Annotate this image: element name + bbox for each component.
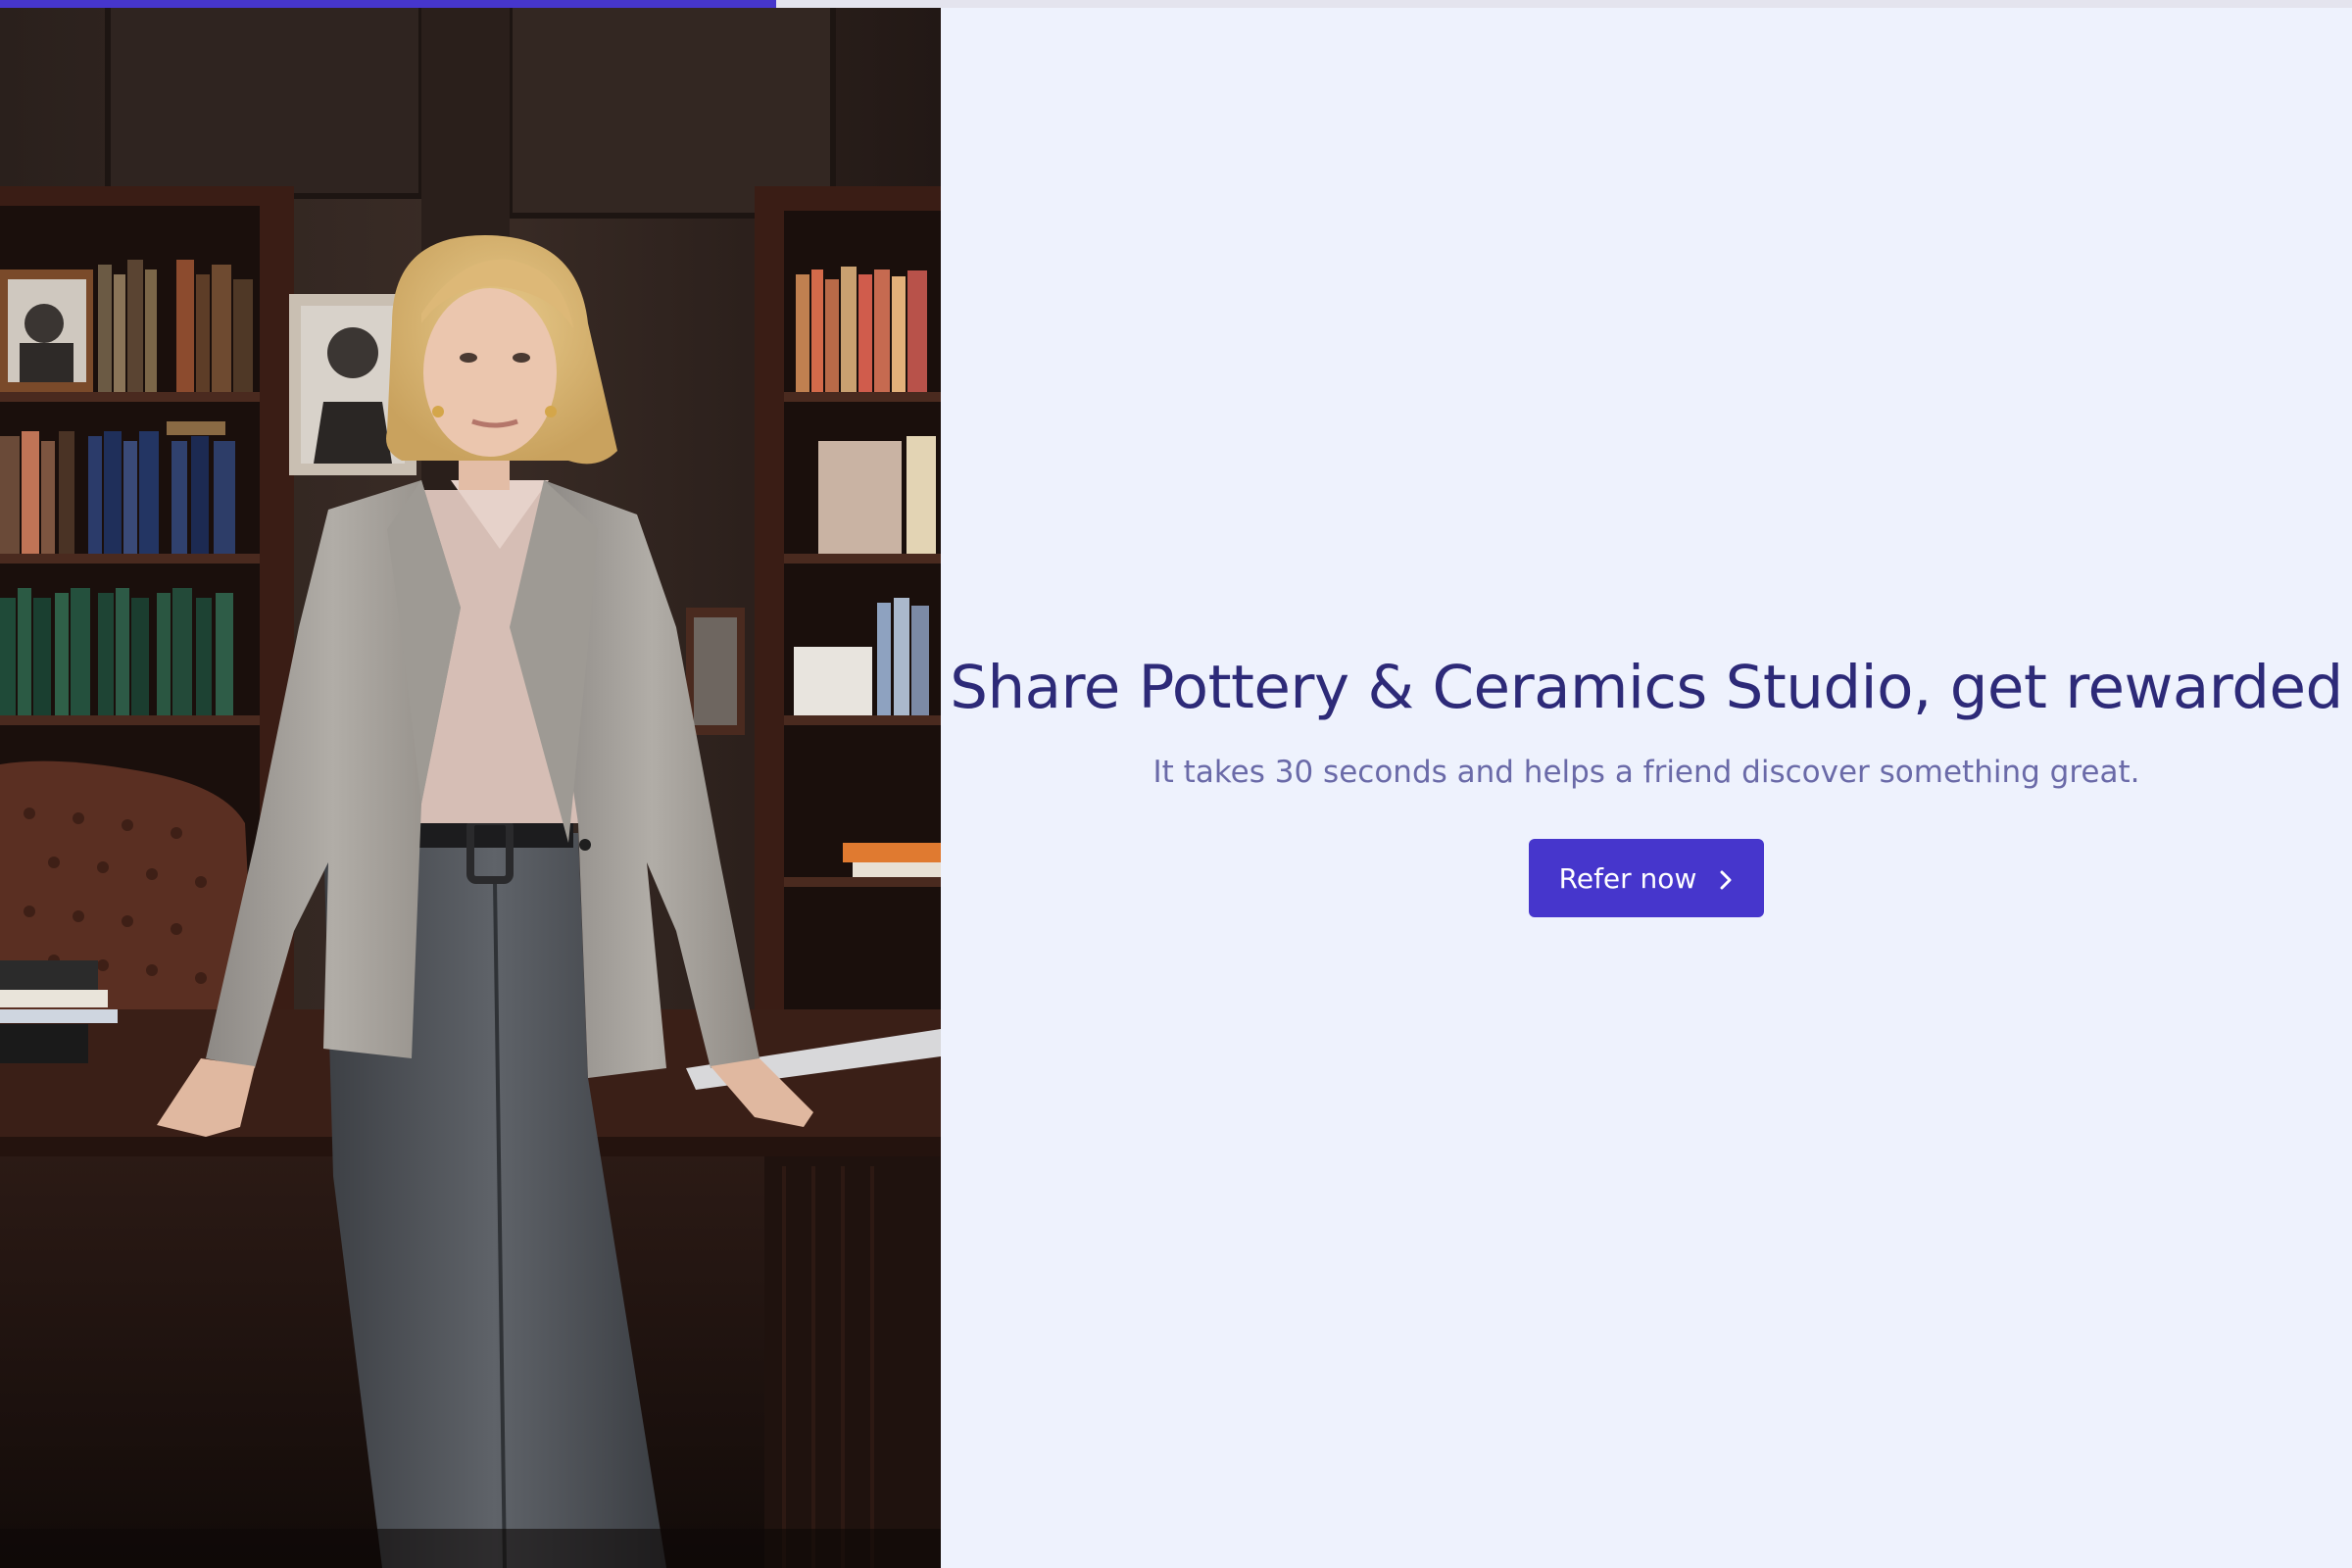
refer-now-button[interactable]: Refer now bbox=[1529, 839, 1764, 917]
referral-content: Share Pottery & Ceramics Studio, get rew… bbox=[941, 0, 2352, 1568]
hero-photo-illustration bbox=[0, 0, 941, 1568]
page-title: Share Pottery & Ceramics Studio, get rew… bbox=[950, 653, 2343, 722]
referral-page: Share Pottery & Ceramics Studio, get rew… bbox=[0, 0, 2352, 1568]
refer-now-label: Refer now bbox=[1558, 861, 1697, 895]
hero-photo bbox=[0, 0, 941, 1568]
chevron-right-icon bbox=[1718, 866, 1734, 890]
page-subtitle: It takes 30 seconds and helps a friend d… bbox=[1152, 755, 2140, 790]
progress-bar-fill bbox=[0, 0, 776, 8]
referral-message: Share Pottery & Ceramics Studio, get rew… bbox=[941, 647, 2352, 917]
progress-bar bbox=[0, 0, 2352, 8]
